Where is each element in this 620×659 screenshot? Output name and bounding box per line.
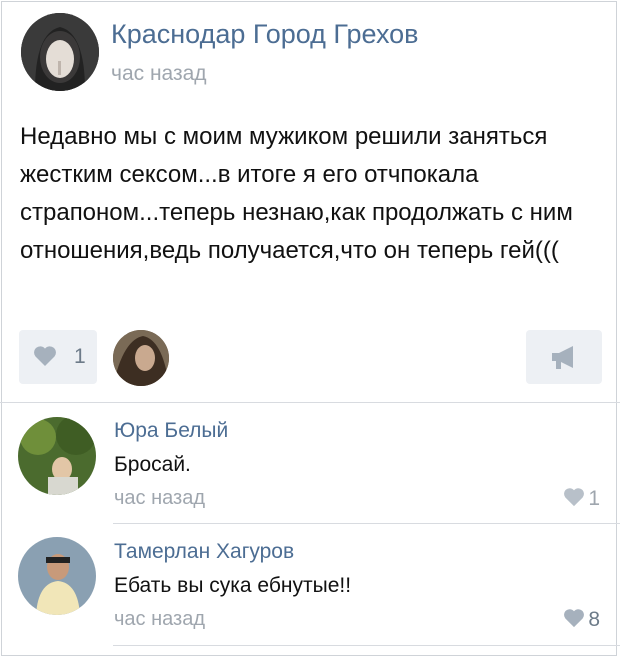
comment-like-count: 8 xyxy=(588,608,600,631)
comment-timestamp[interactable]: час назад xyxy=(114,608,205,631)
post-author-name[interactable]: Краснодар Город Грехов xyxy=(111,19,419,50)
comment-like[interactable]: 8 xyxy=(563,608,600,632)
comment-timestamp[interactable]: час назад xyxy=(114,487,205,510)
comment: Юра Белый Бросай. час назад 1 xyxy=(0,403,620,523)
comment-like[interactable]: 1 xyxy=(563,487,600,511)
post-text: Недавно мы с моим мужиком решили занятьс… xyxy=(20,123,573,264)
comment-author-avatar[interactable] xyxy=(18,537,96,615)
share-button[interactable] xyxy=(526,330,602,384)
comment-like-count: 1 xyxy=(588,487,600,510)
heart-icon xyxy=(564,609,585,628)
comment-author-name[interactable]: Юра Белый xyxy=(114,419,228,443)
comment-author-name[interactable]: Тамерлан Хагуров xyxy=(114,540,294,564)
megaphone-icon xyxy=(552,346,573,369)
post-author-avatar[interactable] xyxy=(21,13,99,91)
like-count: 1 xyxy=(74,345,86,368)
post: Краснодар Город Грехов час назад Недавно… xyxy=(0,0,620,400)
like-button[interactable]: 1 xyxy=(19,330,97,384)
post-timestamp[interactable]: час назад xyxy=(111,62,207,86)
comment-text: Ебать вы сука ебнутые!! xyxy=(114,574,352,597)
comment-author-avatar[interactable] xyxy=(18,417,96,495)
comment-divider xyxy=(113,645,620,646)
comment-text: Бросай. xyxy=(114,453,191,476)
comment: Тамерлан Хагуров Ебать вы сука ебнутые!!… xyxy=(0,524,620,644)
liker-avatar[interactable] xyxy=(113,330,169,386)
heart-icon xyxy=(564,488,585,507)
heart-icon xyxy=(34,346,56,366)
